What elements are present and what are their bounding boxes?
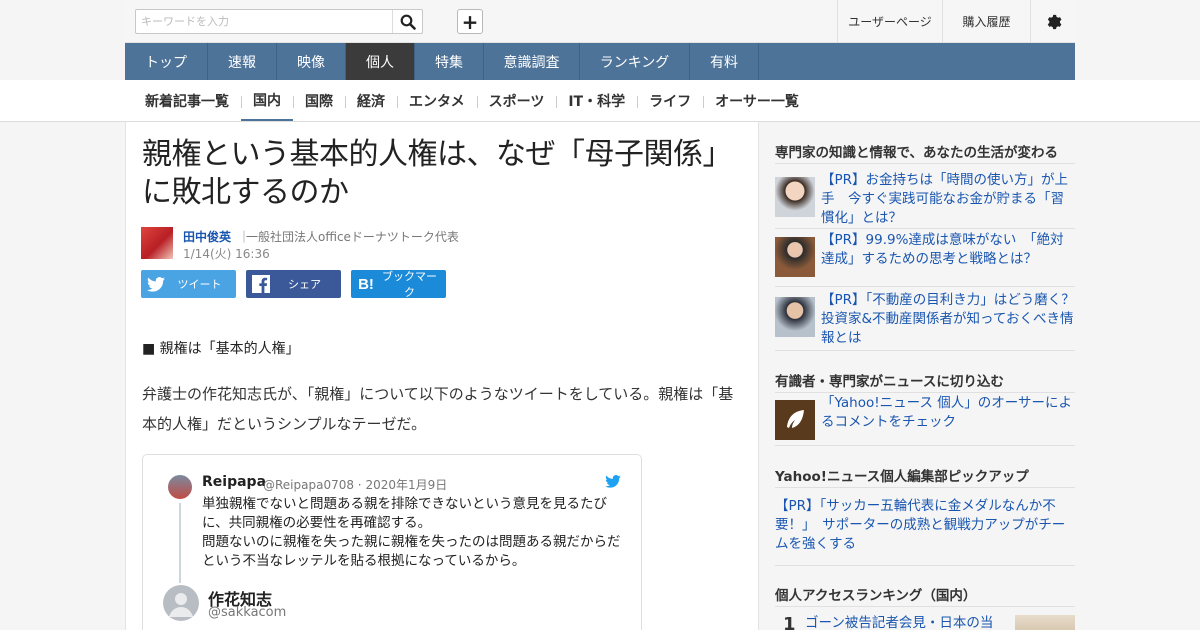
nav-video[interactable]: 映像 [277, 43, 346, 80]
subnav-new[interactable]: 新着記事一覧 [135, 80, 241, 122]
subnav-entertainment[interactable]: エンタメ [397, 80, 477, 122]
nav-top[interactable]: トップ [125, 43, 208, 80]
subnav-sports[interactable]: スポーツ [476, 80, 557, 122]
ad-link[interactable]: 【PR】お金持ちは「時間の使い方」が上手 今すぐ実践可能なお金が貯まる「習慣化」… [821, 171, 1077, 228]
section-heading: ■ 親権は「基本的人権」 [142, 341, 300, 357]
subnav-authors[interactable]: オーサー一覧 [703, 80, 811, 122]
subnav-international[interactable]: 国際 [293, 80, 345, 122]
subnav-economy[interactable]: 経済 [345, 80, 397, 122]
sidebar-heading-pickup: Yahoo!ニュース個人編集部ピックアップ [775, 469, 1029, 485]
article-paragraph: 弁護士の作花知志氏が、「親権」について以下のようなツイートをしている。親権は「基… [142, 385, 734, 433]
user-page-link[interactable]: ユーザーページ [837, 0, 942, 43]
divider [775, 228, 1075, 229]
ad-link[interactable]: 【PR】「不動産の目利き力」はどう磨く？ 投資家&不動産関係者が知っておくべき情… [821, 291, 1088, 348]
divider [775, 392, 1075, 393]
search-input[interactable] [136, 10, 406, 33]
tweet-thread-line [179, 503, 181, 583]
reply-author-handle: @sakkacom [208, 605, 287, 620]
tweet-button[interactable]: ツイート [141, 270, 236, 298]
purchase-history-link[interactable]: 購入履歴 [942, 0, 1030, 43]
facebook-icon [246, 275, 276, 293]
person-icon [169, 593, 193, 617]
author-role: 一般社団法人officeドーナツトーク代表 [246, 230, 459, 244]
ad-thumbnail [775, 177, 815, 217]
twitter-bird-icon[interactable] [605, 475, 621, 488]
main-nav: トップ 速報 映像 個人 特集 意識調査 ランキング 有料 [125, 43, 1075, 80]
nav-breaking[interactable]: 速報 [208, 43, 277, 80]
title-line-1: 親権という基本的人権は、なぜ「母子関係」 [142, 137, 733, 172]
divider [775, 350, 1075, 351]
pickup-link[interactable]: 【PR】「サッカー五輪代表に金メダルなんか不要！」 サポーターの成熟と観戦力アッ… [775, 497, 1075, 554]
facebook-share-button[interactable]: シェア [246, 270, 341, 298]
nav-ranking[interactable]: ランキング [580, 43, 690, 80]
ranking-link[interactable]: ゴーン被告記者会見・日本の当 [805, 614, 1005, 630]
facebook-share-label: シェア [288, 278, 321, 291]
divider [775, 163, 1075, 164]
tweet-line-2: 問題ないのに親権を失った親に親権を失ったのは問題ある親だからだという不当なレッテ… [202, 534, 621, 569]
hatena-bookmark-label: ブックマーク [382, 270, 437, 299]
ad-thumbnail [775, 237, 815, 277]
plus-icon: + [461, 9, 479, 34]
search-button[interactable] [392, 10, 422, 33]
top-bar: + ユーザーページ 購入履歴 [125, 0, 1075, 43]
divider [775, 606, 1075, 607]
tweet-label: ツイート [177, 278, 222, 291]
sub-nav: 新着記事一覧 国内 国際 経済 エンタメ スポーツ IT・科学 ライフ オーサー… [135, 80, 811, 122]
sidebar-heading-experts: 専門家の知識と情報で、あなたの生活が変わる [775, 145, 1058, 161]
add-button[interactable]: + [457, 9, 483, 34]
hatena-bookmark-button[interactable]: B! ブックマーク [351, 270, 446, 299]
title-line-2: に敗北するのか [142, 175, 349, 210]
divider [775, 487, 1075, 488]
sidebar-heading-ranking: 個人アクセスランキング（国内） [775, 588, 977, 604]
gear-icon [1047, 14, 1062, 29]
tweet-handle-date: @Reipapa0708 · 2020年1月9日 [263, 478, 448, 492]
article-title: 親権という基本的人権は、なぜ「母子関係」 に敗北するのか [142, 136, 742, 212]
divider [775, 565, 1075, 566]
tweet-text: 単独親権でないと問題ある親を排除できないという意見を見るたびに、共同親権の必要性… [202, 495, 622, 571]
ranking-number: 1 [783, 614, 796, 630]
divider [775, 445, 1075, 446]
subnav-domestic[interactable]: 国内 [241, 80, 293, 122]
article: 親権という基本的人権は、なぜ「母子関係」 に敗北するのか 田中俊英 ｜ 一般社団… [125, 122, 759, 630]
search-icon [400, 14, 416, 30]
nav-survey[interactable]: 意識調査 [484, 43, 580, 80]
hatena-icon: B! [358, 275, 374, 293]
nav-paid[interactable]: 有料 [690, 43, 759, 80]
reply-avatar[interactable] [163, 585, 199, 621]
twitter-icon [141, 276, 171, 292]
tweet-line-1: 単独親権でないと問題ある親を排除できないという意見を見るたびに、共同親権の必要性… [202, 496, 607, 531]
search-box [135, 9, 423, 34]
feather-icon [775, 400, 815, 440]
sidebar-heading-commentary: 有識者・専門家がニュースに切り込む [775, 374, 1004, 390]
article-date: 1/14(火) 16:36 [183, 247, 270, 261]
subnav-life[interactable]: ライフ [637, 80, 703, 122]
tweet-author-name[interactable]: Reipapa [202, 474, 266, 490]
author-name[interactable]: 田中俊英 [183, 228, 231, 245]
settings-button[interactable] [1030, 0, 1075, 43]
ad-link[interactable]: 【PR】99.9%達成は意味がない 「絶対達成」するための思考と戦略とは？ [821, 231, 1077, 269]
ranking-thumbnail[interactable] [1015, 615, 1075, 630]
subnav-it-science[interactable]: IT・科学 [556, 80, 637, 122]
expert-comment-link[interactable]: 「Yahoo!ニュース 個人」のオーサーによるコメントをチェック [821, 394, 1077, 432]
nav-individual[interactable]: 個人 [346, 43, 415, 80]
ad-thumbnail [775, 297, 815, 337]
author-avatar[interactable] [141, 227, 173, 259]
tweet-avatar[interactable] [168, 475, 192, 499]
divider [775, 286, 1075, 287]
nav-features[interactable]: 特集 [415, 43, 484, 80]
embedded-tweet[interactable]: Reipapa @Reipapa0708 · 2020年1月9日 単独親権でない… [142, 454, 642, 630]
